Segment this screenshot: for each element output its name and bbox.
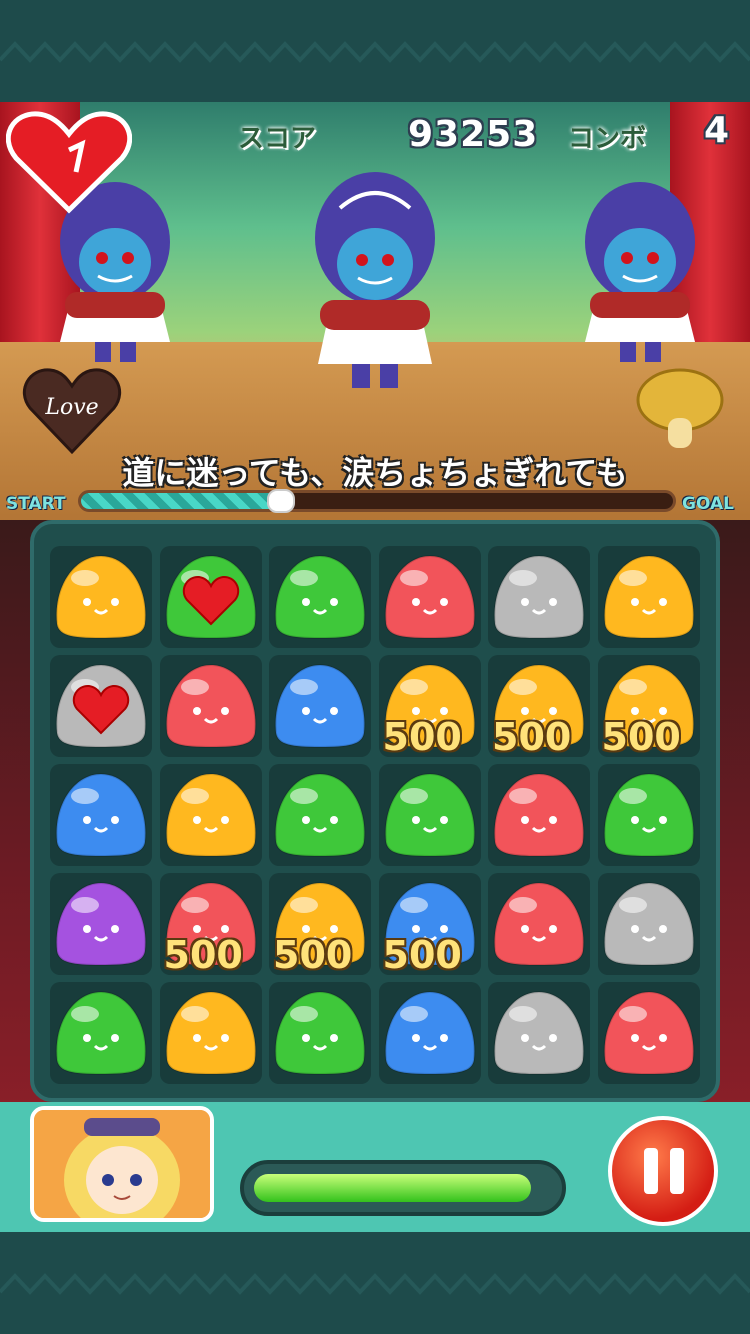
- board-cell[interactable]: [50, 546, 152, 648]
- pause-icon-bar-left: [644, 1148, 658, 1194]
- purple-slime-icon: [55, 881, 147, 967]
- combo-label: コンボ: [568, 124, 647, 154]
- love-label: Love: [44, 395, 98, 420]
- red-slime-icon: [493, 772, 585, 858]
- board-cell[interactable]: [597, 546, 700, 648]
- progress-start-label: START: [6, 494, 66, 514]
- character-portrait-icon: [34, 1110, 210, 1218]
- blue-slime-icon: [274, 663, 366, 749]
- zigzag-pattern: [0, 41, 750, 63]
- board-cell[interactable]: [50, 764, 152, 866]
- gray-slime-icon: [603, 881, 694, 967]
- yellow-slime-icon: [165, 772, 256, 858]
- green-slime-icon: [55, 990, 147, 1076]
- life-heart-icon: [6, 111, 132, 214]
- progress-goal-label: GOAL: [682, 494, 734, 514]
- character-avatar[interactable]: [30, 1106, 214, 1222]
- green-slime-icon: [274, 772, 366, 858]
- energy-fill: [254, 1174, 532, 1202]
- gray-slime-icon: [493, 990, 585, 1076]
- board-cell[interactable]: [159, 982, 262, 1084]
- score-popup: 500: [382, 933, 462, 977]
- board-cell[interactable]: [50, 655, 152, 757]
- green-slime-icon: [274, 990, 366, 1076]
- pause-button[interactable]: [608, 1116, 718, 1226]
- board-cell[interactable]: [597, 764, 700, 866]
- green-slime-icon: [384, 772, 475, 858]
- board-cell[interactable]: [269, 982, 371, 1084]
- pause-icon-bar-right: [670, 1148, 684, 1194]
- board-cell[interactable]: [378, 764, 481, 866]
- bottom-band: [0, 1232, 750, 1334]
- board-cell[interactable]: [597, 982, 700, 1084]
- blue-slime-icon: [55, 772, 147, 858]
- zigzag-pattern-bottom: [0, 1273, 750, 1295]
- score-popup: 500: [273, 933, 353, 977]
- board-cell[interactable]: [488, 546, 590, 648]
- song-progress: START GOAL: [0, 486, 750, 520]
- progress-knob: [267, 489, 296, 513]
- progress-bar: [78, 490, 676, 512]
- top-band: [0, 0, 750, 102]
- board-cell[interactable]: [488, 764, 590, 866]
- red-slime-icon: [603, 990, 694, 1076]
- golden-mushroom-icon[interactable]: [632, 364, 728, 456]
- blue-slime-icon: [384, 990, 475, 1076]
- green-slime-icon: [274, 554, 366, 640]
- board-cell[interactable]: [378, 546, 481, 648]
- red-slime-icon: [384, 554, 475, 640]
- board-cell[interactable]: [488, 873, 590, 975]
- green-slime-heart-icon: [165, 554, 256, 640]
- board-cell[interactable]: [378, 982, 481, 1084]
- red-slime-icon: [165, 663, 256, 749]
- energy-gauge: [240, 1160, 566, 1216]
- board-cell[interactable]: [488, 982, 590, 1084]
- board-cell[interactable]: [50, 873, 152, 975]
- board-cell[interactable]: [159, 655, 262, 757]
- enemy-monster-center[interactable]: [300, 168, 450, 398]
- score-label: スコア: [238, 124, 317, 154]
- yellow-slime-icon: [603, 554, 694, 640]
- score-value: 93253: [408, 114, 539, 155]
- yellow-slime-icon: [165, 990, 256, 1076]
- yellow-slime-icon: [55, 554, 147, 640]
- board-cell[interactable]: [50, 982, 152, 1084]
- board-cell[interactable]: [597, 873, 700, 975]
- love-heart-badge[interactable]: Love: [22, 364, 122, 456]
- combo-value: 4: [704, 110, 730, 151]
- board-cell[interactable]: [269, 764, 371, 866]
- score-popup: 500: [163, 933, 243, 977]
- board-cell[interactable]: [269, 655, 371, 757]
- score-popup: 500: [492, 715, 572, 759]
- puzzle-board: 500 500 500 500 500 500: [30, 520, 720, 1102]
- gray-slime-heart-icon: [55, 663, 147, 749]
- score-popup: 500: [382, 715, 462, 759]
- score-popup: 500: [601, 715, 681, 759]
- gray-slime-icon: [493, 554, 585, 640]
- progress-fill: [81, 493, 283, 509]
- green-slime-icon: [603, 772, 694, 858]
- board-cell[interactable]: [159, 764, 262, 866]
- enemy-monster-right[interactable]: [565, 172, 715, 372]
- red-slime-icon: [493, 881, 585, 967]
- board-cell[interactable]: [269, 546, 371, 648]
- board-cell[interactable]: [159, 546, 262, 648]
